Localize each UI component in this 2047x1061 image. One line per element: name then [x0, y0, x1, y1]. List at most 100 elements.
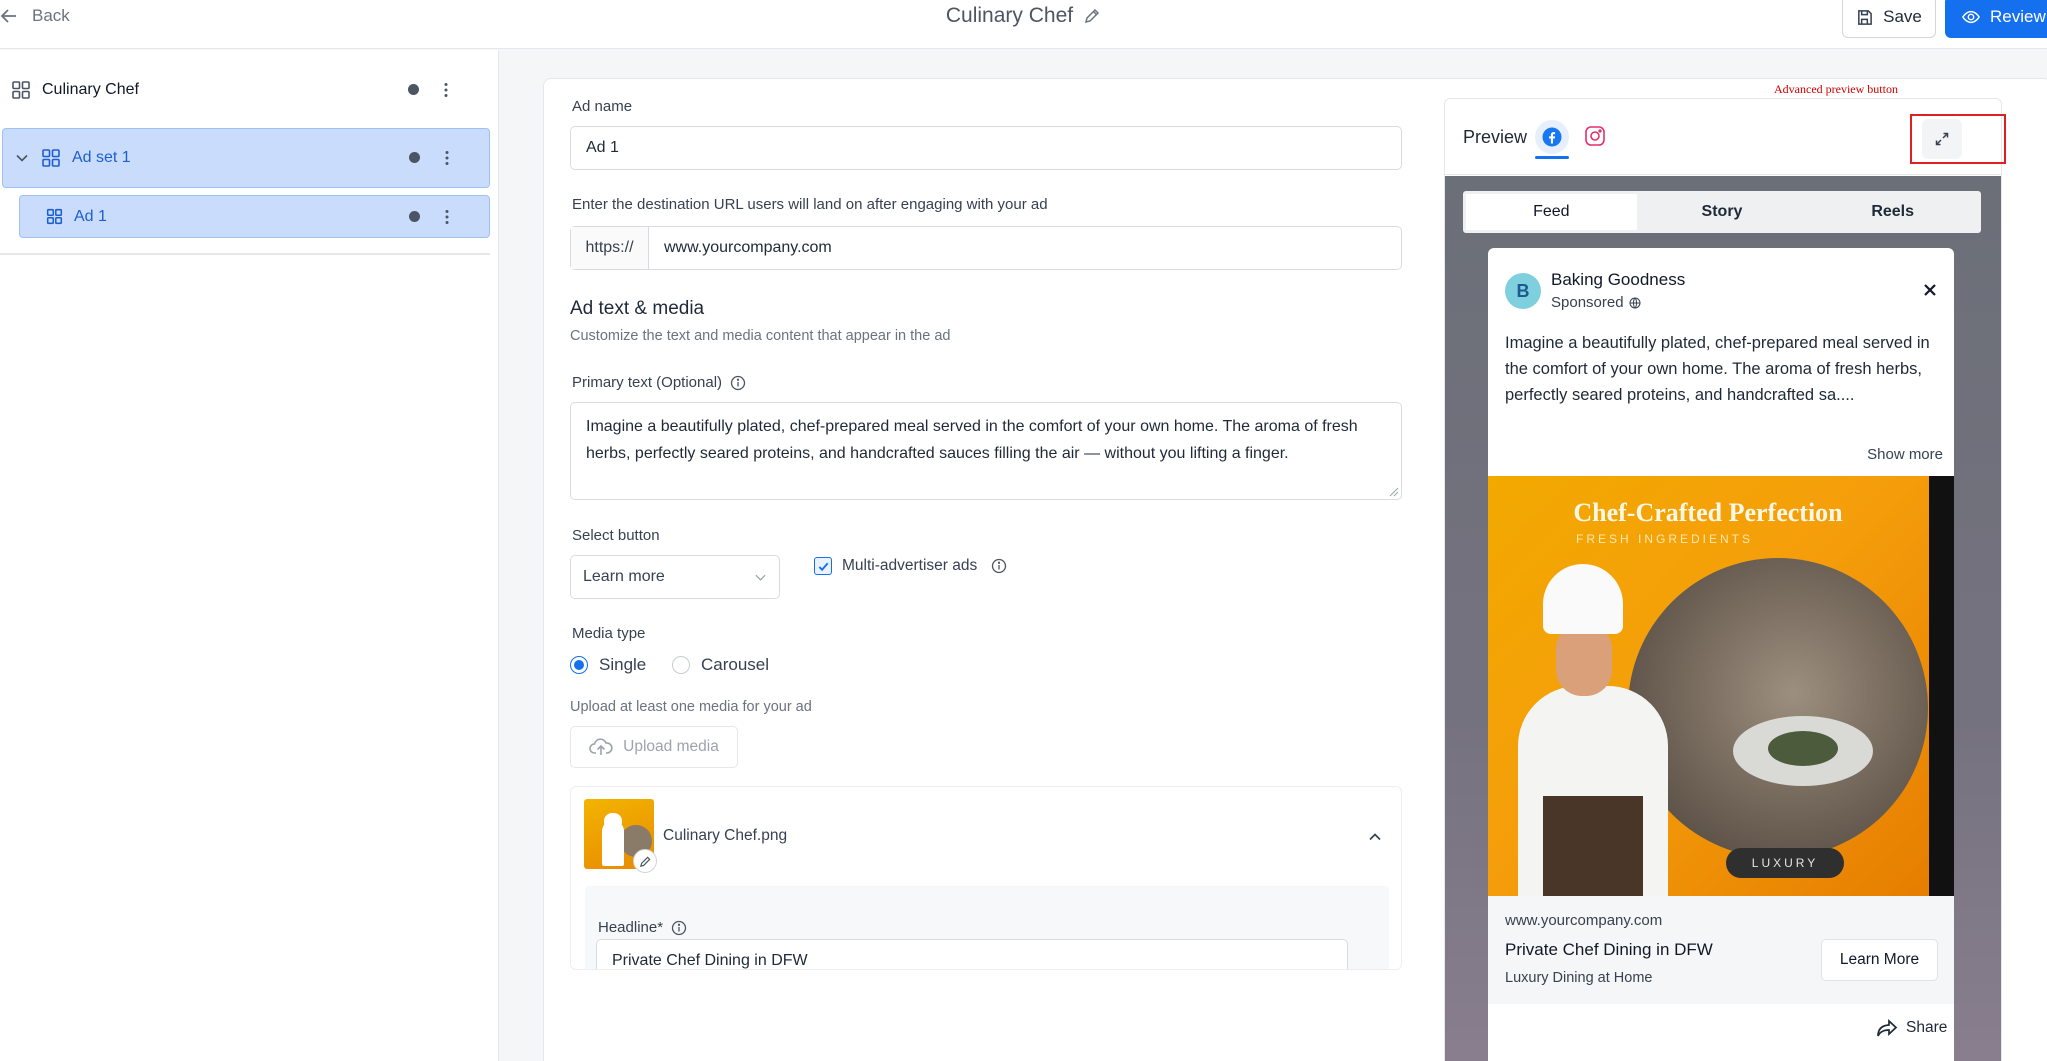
- link-description: Luxury Dining at Home: [1505, 970, 1653, 986]
- edit-media-button[interactable]: [633, 849, 657, 873]
- url-protocol-prefix: https://: [571, 227, 649, 269]
- media-type-label: Media type: [572, 625, 646, 642]
- share-button[interactable]: Share: [1876, 1018, 1947, 1038]
- ad-name-input[interactable]: Ad 1: [570, 126, 1402, 170]
- kebab-menu-icon[interactable]: [438, 149, 456, 167]
- preview-label: Preview: [1463, 127, 1528, 147]
- primary-text-value: Imagine a beautifully plated, chef-prepa…: [586, 418, 1358, 462]
- back-button[interactable]: Back: [0, 4, 70, 28]
- upload-media-label: Upload media: [623, 738, 719, 755]
- tab-reels[interactable]: Reels: [1807, 194, 1978, 230]
- save-button[interactable]: Save: [1842, 0, 1936, 38]
- pencil-icon[interactable]: [1083, 7, 1101, 25]
- page-title: Culinary Chef: [945, 4, 1074, 27]
- image-subtitle: FRESH INGREDIENTS: [1576, 532, 1754, 546]
- check-icon: [818, 562, 828, 571]
- tree-item-campaign[interactable]: Culinary Chef: [0, 72, 499, 108]
- share-icon: [1877, 1019, 1898, 1037]
- primary-text-input[interactable]: Imagine a beautifully plated, chef-prepa…: [570, 402, 1402, 500]
- globe-icon: [1629, 297, 1641, 308]
- image-title: Chef-Crafted Perfection: [1573, 498, 1843, 527]
- post-image: Chef-Crafted Perfection FRESH INGREDIENT…: [1488, 476, 1954, 896]
- destination-url-label: Enter the destination URL users will lan…: [572, 196, 1048, 213]
- multi-advertiser-label: Multi-advertiser ads: [842, 557, 978, 574]
- post-link-footer: www.yourcompany.com Private Chef Dining …: [1488, 896, 1954, 1004]
- multi-advertiser-checkbox[interactable]: Multi-advertiser ads: [814, 557, 1007, 575]
- review-button[interactable]: Review: [1945, 0, 2047, 38]
- close-icon[interactable]: [1922, 282, 1938, 298]
- back-label: Back: [32, 6, 70, 25]
- grid-icon: [12, 81, 30, 99]
- checkbox[interactable]: [814, 557, 832, 575]
- radio-button[interactable]: [672, 656, 690, 674]
- radio-button[interactable]: [570, 656, 588, 674]
- resize-handle-icon[interactable]: [1389, 487, 1399, 497]
- top-bar: Back Culinary Chef Save Review: [0, 0, 2047, 49]
- eye-icon: [1962, 10, 1980, 24]
- link-headline: Private Chef Dining in DFW: [1505, 940, 1713, 959]
- sponsored-label: Sponsored: [1551, 294, 1641, 311]
- status-dot: [408, 84, 419, 95]
- ad-preview-panel: Preview Feed Story Reels B Baking Goodne…: [1444, 98, 2002, 1061]
- avatar: B: [1505, 273, 1541, 309]
- tree-item-label: Ad 1: [74, 207, 107, 225]
- destination-url-field: https:// www.yourcompany.com: [570, 226, 1402, 270]
- headline-input[interactable]: Private Chef Dining in DFW: [596, 939, 1348, 969]
- media-file-name: Culinary Chef.png: [663, 827, 788, 844]
- section-subtitle: Customize the text and media content tha…: [570, 328, 951, 344]
- show-more-link[interactable]: Show more: [1858, 446, 1943, 463]
- primary-text-label-text: Primary text (Optional): [572, 374, 723, 391]
- expand-icon: [1935, 132, 1949, 146]
- tree-item-ad[interactable]: Ad 1: [19, 195, 490, 238]
- primary-text-label: Primary text (Optional): [572, 374, 746, 391]
- facebook-icon: [1542, 127, 1562, 147]
- share-label: Share: [1906, 1019, 1948, 1036]
- tree-item-ad-set[interactable]: Ad set 1: [2, 128, 490, 188]
- info-icon[interactable]: [730, 375, 746, 391]
- upload-media-button[interactable]: Upload media: [570, 726, 738, 768]
- cta-button-select-value: Learn more: [583, 568, 665, 585]
- chevron-down-icon[interactable]: [15, 151, 29, 165]
- tab-feed[interactable]: Feed: [1466, 194, 1637, 230]
- review-label: Review: [1990, 7, 2046, 26]
- select-button-label: Select button: [572, 527, 660, 544]
- media-type-single-radio[interactable]: Single: [570, 655, 646, 675]
- kebab-menu-icon[interactable]: [438, 208, 456, 226]
- chevron-down-icon: [755, 574, 766, 581]
- radio-label: Single: [599, 655, 647, 674]
- status-dot: [409, 152, 420, 163]
- advanced-preview-button[interactable]: [1922, 119, 1962, 159]
- facebook-tab[interactable]: [1535, 120, 1569, 159]
- link-url: www.yourcompany.com: [1505, 912, 1663, 929]
- instagram-icon[interactable]: [1583, 124, 1607, 148]
- preview-canvas: Feed Story Reels B Baking Goodness Spons…: [1445, 176, 2001, 1061]
- page-title-container: Culinary Chef: [0, 4, 2047, 28]
- media-item-card: Culinary Chef.png Headline* Private Chef…: [570, 786, 1402, 970]
- save-label: Save: [1883, 7, 1922, 26]
- headline-label: Headline*: [598, 919, 687, 936]
- media-type-carousel-radio[interactable]: Carousel: [672, 655, 769, 675]
- cloud-upload-icon: [589, 738, 613, 755]
- post-text: Imagine a beautifully plated, chef-prepa…: [1505, 334, 1930, 404]
- headline-label-text: Headline*: [598, 919, 664, 936]
- info-icon[interactable]: [671, 920, 687, 936]
- campaign-tree-sidebar: Culinary Chef Ad set 1 Ad 1: [0, 50, 499, 1061]
- cta-button-select[interactable]: Learn more: [570, 555, 780, 599]
- tab-story[interactable]: Story: [1637, 194, 1808, 230]
- radio-label: Carousel: [701, 655, 770, 674]
- kebab-menu-icon[interactable]: [437, 81, 455, 99]
- sponsored-text: Sponsored: [1551, 294, 1624, 311]
- active-tab-indicator: [1535, 156, 1569, 159]
- save-icon: [1858, 9, 1872, 25]
- info-icon[interactable]: [991, 558, 1007, 574]
- status-dot: [409, 211, 420, 222]
- learn-more-button[interactable]: Learn More: [1821, 939, 1938, 981]
- grid-icon: [42, 149, 60, 167]
- grid-icon: [46, 208, 63, 225]
- chevron-up-icon[interactable]: [1367, 829, 1383, 845]
- tree-item-label: Culinary Chef: [42, 81, 139, 98]
- annotation-label: Advanced preview button: [1774, 82, 1898, 96]
- destination-url-input[interactable]: www.yourcompany.com: [649, 227, 1401, 269]
- arrow-left-icon: [0, 9, 16, 23]
- section-title: Ad text & media: [570, 298, 705, 319]
